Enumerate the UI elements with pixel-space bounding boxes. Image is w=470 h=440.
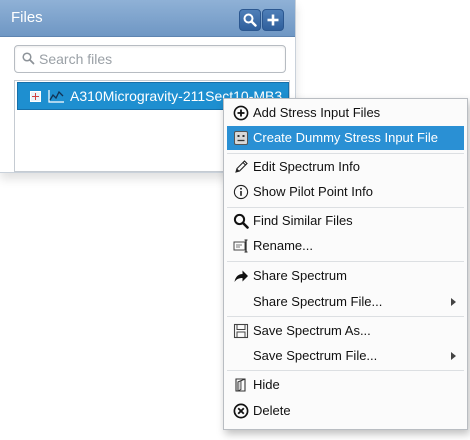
menu-item-save-spectrum-as[interactable]: Save Spectrum As... [227, 319, 464, 343]
expand-toggle-icon[interactable] [30, 91, 41, 102]
menu-item-show-pilot-point-info[interactable]: Show Pilot Point Info [227, 180, 464, 204]
menu-item-save-spectrum-file[interactable]: Save Spectrum File... [227, 344, 464, 368]
info-icon [233, 184, 249, 200]
search-input[interactable] [37, 49, 281, 69]
share-arrow-icon [234, 270, 248, 282]
panel-title: Files [11, 9, 43, 26]
menu-separator [227, 316, 464, 317]
menu-item-create-dummy-stress-input-file[interactable]: Create Dummy Stress Input File [227, 126, 464, 150]
search-button[interactable] [239, 9, 261, 31]
menu-item-share-spectrum[interactable]: Share Spectrum [227, 264, 464, 288]
search-field[interactable] [14, 45, 286, 73]
menu-separator [227, 261, 464, 262]
pencil-icon [235, 160, 248, 173]
add-button[interactable] [262, 9, 284, 31]
submenu-arrow-icon [451, 352, 456, 360]
context-menu: Add Stress Input Files Create Dummy Stre… [223, 98, 468, 430]
search-icon [233, 213, 249, 229]
menu-separator [227, 207, 464, 208]
menu-separator [227, 370, 464, 371]
menu-item-hide[interactable]: Hide [227, 373, 464, 397]
menu-item-delete[interactable]: Delete [227, 399, 464, 423]
delete-icon [233, 403, 249, 419]
plus-circle-icon [233, 105, 249, 121]
menu-item-add-stress-input-files[interactable]: Add Stress Input Files [227, 101, 464, 125]
menu-item-find-similar-files[interactable]: Find Similar Files [227, 209, 464, 233]
menu-item-edit-spectrum-info[interactable]: Edit Spectrum Info [227, 155, 464, 179]
submenu-arrow-icon [451, 298, 456, 306]
plus-icon [267, 14, 279, 26]
search-icon [22, 52, 35, 65]
menu-item-rename[interactable]: Rename... [227, 234, 464, 258]
rename-icon [233, 239, 248, 253]
menu-separator [227, 153, 464, 154]
floppy-icon [233, 323, 249, 339]
panel-header: Files [0, 0, 295, 37]
menu-item-share-spectrum-file[interactable]: Share Spectrum File... [227, 290, 464, 314]
search-icon [243, 13, 257, 27]
hide-icon [235, 378, 246, 392]
spectrum-chart-icon [48, 90, 64, 103]
dummy-file-icon [234, 131, 248, 145]
